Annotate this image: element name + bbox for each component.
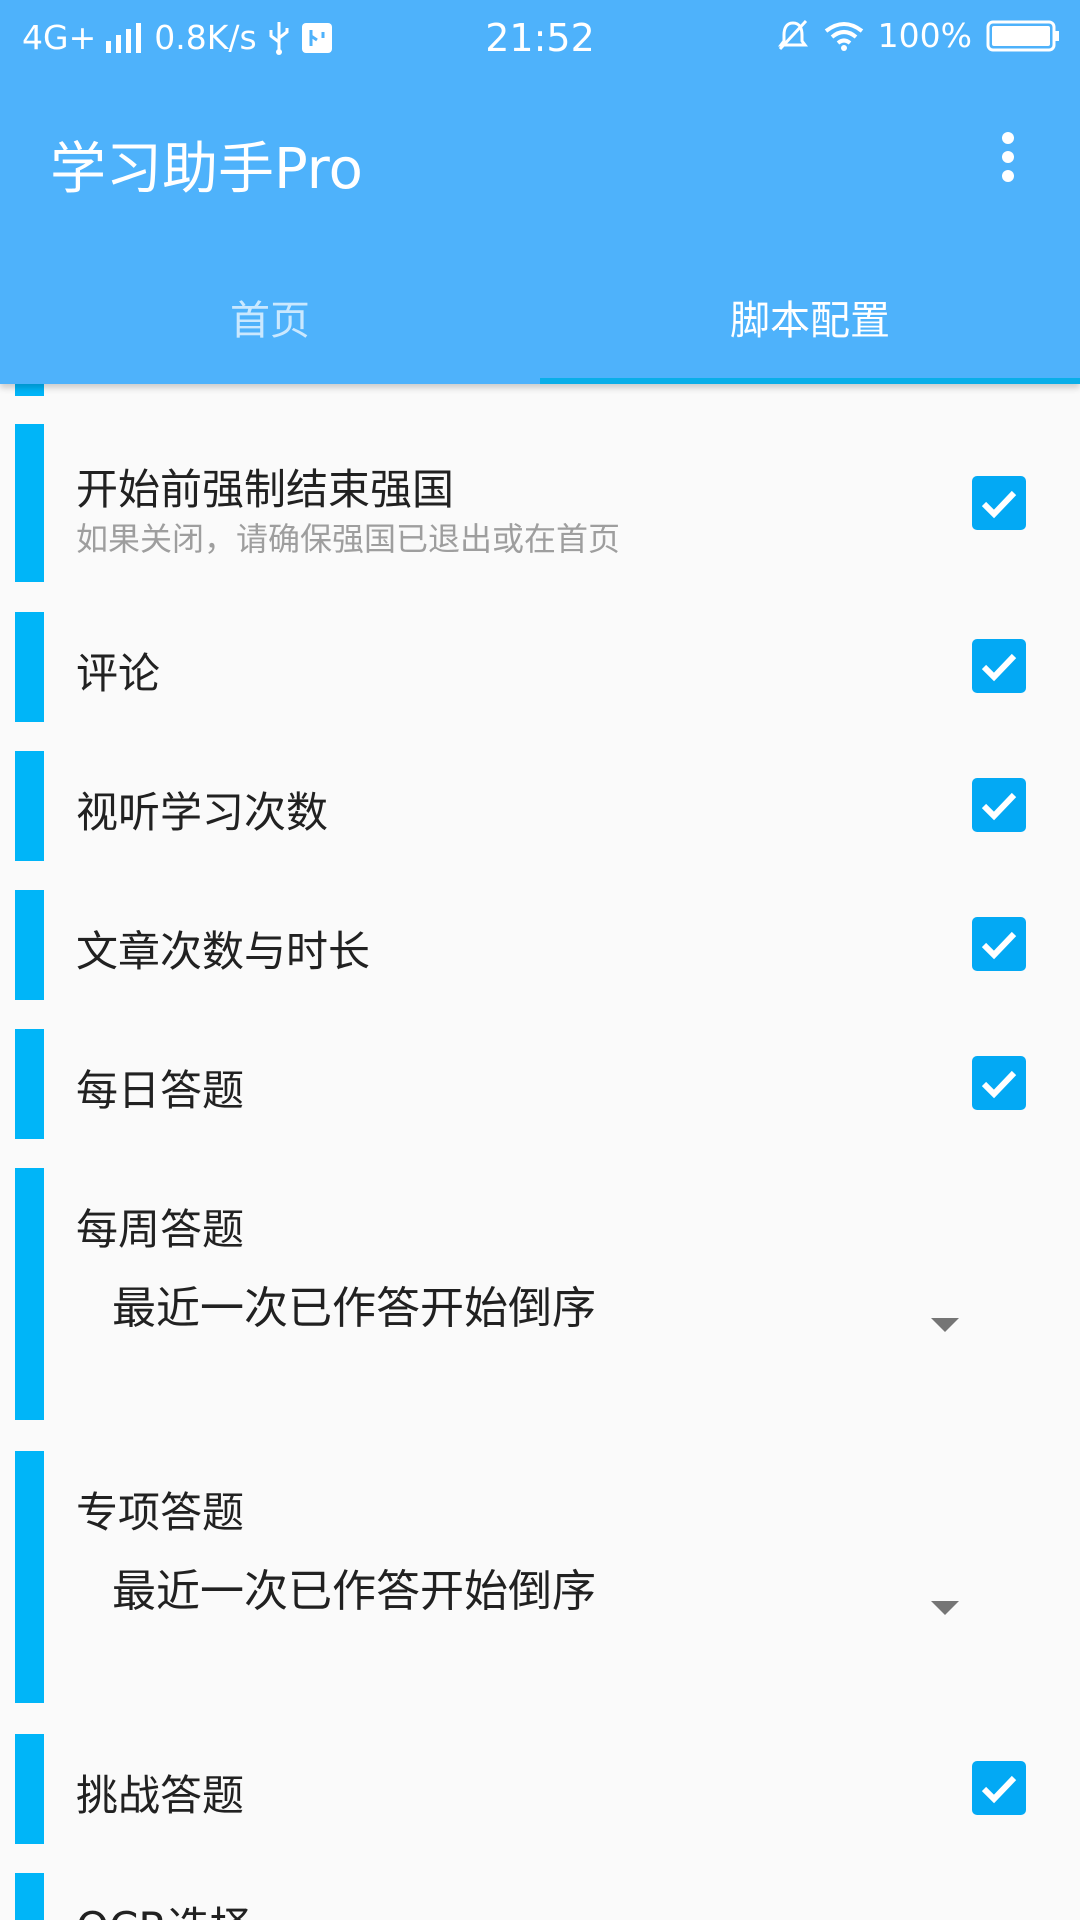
dropdown-arrow-icon[interactable] [931, 1601, 959, 1615]
setting-label-force-close: 开始前强制结束强国 [76, 465, 455, 514]
accent-bar [15, 1873, 44, 1920]
checkbox-challenge-quiz[interactable] [972, 1761, 1026, 1815]
checkbox-force-close[interactable] [972, 476, 1026, 530]
checkbox-video-count[interactable] [972, 778, 1026, 832]
setting-desc-force-close: 如果关闭，请确保强国已退出或在首页 [76, 520, 621, 558]
accent-bar [15, 424, 44, 582]
setting-label-challenge-quiz: 挑战答题 [76, 1771, 245, 1820]
accent-bar [15, 751, 44, 861]
app-bar: 4G+ 0.8K/s 21:52 100% 学习助手Pro 首页 脚本配置 [0, 0, 1080, 384]
checkbox-comment[interactable] [972, 639, 1026, 693]
checkmark-icon [981, 792, 1017, 821]
checkmark-icon [981, 1775, 1017, 1804]
settings-list: 开始前强制结束强国 如果关闭，请确保强国已退出或在首页 评论 视听学习次数 文章… [0, 384, 1080, 1920]
app-title: 学习助手Pro [50, 137, 363, 202]
setting-label-video-count: 视听学习次数 [76, 788, 329, 837]
checkbox-article[interactable] [972, 917, 1026, 971]
checkmark-icon [981, 1070, 1017, 1099]
accent-bar [15, 384, 44, 396]
setting-label-comment: 评论 [76, 649, 161, 698]
accent-bar [15, 1029, 44, 1139]
weekly-quiz-select[interactable]: 最近一次已作答开始倒序 [112, 1272, 596, 1336]
mute-bell-icon [777, 19, 808, 50]
status-bar: 4G+ 0.8K/s 21:52 100% [0, 0, 1080, 74]
setting-label-article: 文章次数与时长 [76, 927, 371, 976]
checkbox-daily-quiz[interactable] [972, 1056, 1026, 1110]
battery-icon [986, 20, 1059, 51]
checkmark-icon [981, 490, 1017, 519]
accent-bar [15, 612, 44, 722]
setting-label-weekly-quiz: 每周答题 [76, 1205, 245, 1254]
setting-label-special-quiz: 专项答题 [76, 1488, 245, 1537]
tab-script-config[interactable]: 脚本配置 [540, 264, 1080, 384]
setting-label-daily-quiz: 每日答题 [76, 1066, 245, 1115]
tab-bar: 首页 脚本配置 [0, 264, 1080, 384]
tab-home[interactable]: 首页 [0, 264, 540, 384]
dropdown-arrow-icon[interactable] [931, 1318, 959, 1332]
tab-indicator [540, 378, 1080, 384]
setting-label-ocr: OCR选择 [76, 1894, 252, 1920]
accent-bar [15, 890, 44, 1000]
more-options-icon[interactable] [996, 132, 1020, 182]
accent-bar [15, 1734, 44, 1844]
accent-bar [15, 1451, 44, 1703]
checkmark-icon [981, 931, 1017, 960]
checkmark-icon [981, 653, 1017, 682]
wifi-icon [824, 21, 863, 51]
accent-bar [15, 1168, 44, 1420]
battery-level: 100% [877, 16, 972, 55]
special-quiz-select[interactable]: 最近一次已作答开始倒序 [112, 1555, 596, 1619]
